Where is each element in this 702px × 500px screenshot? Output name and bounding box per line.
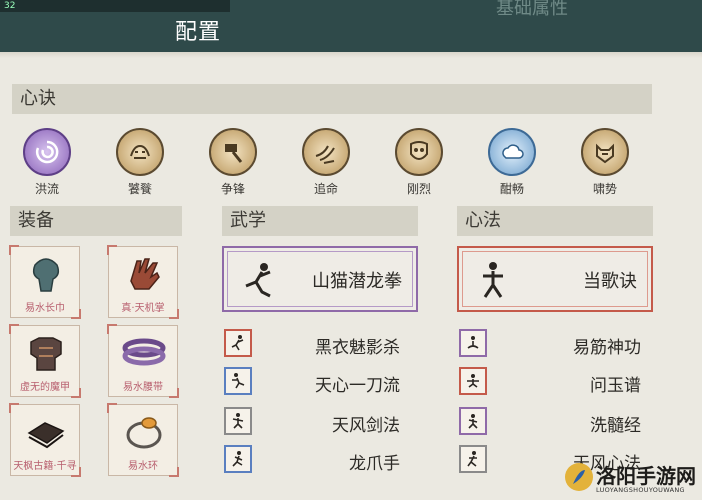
tiger-icon [581,128,629,176]
skill-label: 啸势 [592,182,617,196]
wuxue-featured-slot[interactable]: 山猫潜龙拳 [222,246,418,312]
equipment-slot-book[interactable]: 天枫古籍·千寻 [9,403,81,477]
meditation-figure-icon [459,329,487,357]
equipment-label: 易水环 [128,461,158,472]
equipment-slot-belt[interactable]: 易水腰带 [107,324,179,398]
background-title: 基础属性 [496,0,568,19]
xinfa-item[interactable]: 洗髓经 [459,407,651,439]
equipment-slot-armor[interactable]: 虚无的魔甲 [9,324,81,398]
martial-figure-icon [224,367,252,395]
skill-label: 争锋 [220,182,245,196]
glove-icon [130,258,160,290]
armor-icon [30,337,62,371]
xinfa-item-name: 问玉谱 [590,376,641,396]
martial-figure-icon [245,263,271,298]
xinjue-skill-hanchang[interactable]: 酣畅 [480,128,544,197]
belt-icon [122,338,166,366]
xinfa-item[interactable]: 易筋神功 [459,329,651,361]
xinjue-skill-zhengfeng[interactable]: 争锋 [201,128,265,197]
previous-tab-fragment: 32 [0,0,230,12]
dash-icon [302,128,350,176]
watermark-url: LUOYANGSHOUYOUWANG [596,486,685,494]
wuxue-item-name: 龙爪手 [349,454,400,474]
top-bar: 32 基础属性 配置 [0,0,702,52]
meditation-figure-icon [459,407,487,435]
wuxue-item[interactable]: 黑衣魅影杀 [224,329,410,361]
xinfa-item-name: 洗髓经 [590,416,641,436]
wuxue-item[interactable]: 天风剑法 [224,407,410,439]
equipment-label: 易水腰带 [123,382,163,393]
xinfa-item-name: 易筋神功 [573,338,641,358]
meditation-figure-icon [483,262,503,298]
xinjue-skill-taotie[interactable]: 饕餮 [108,128,172,197]
wuxue-item[interactable]: 天心一刀流 [224,367,410,399]
ring-icon [126,417,162,449]
skill-label: 饕餮 [127,182,152,196]
hammer-icon [209,128,257,176]
skill-label: 追命 [313,182,338,196]
skill-label: 洪流 [34,182,59,196]
meditation-figure-icon [459,367,487,395]
page-title: 配置 [175,20,222,45]
meditation-figure-icon [459,445,487,473]
martial-figure-icon [224,445,252,473]
martial-figure-icon [224,407,252,435]
wuxue-item-name: 天心一刀流 [315,376,400,396]
section-header-wuxue: 武学 [222,206,418,236]
xinjue-skill-zhuiming[interactable]: 追命 [294,128,358,197]
swirl-icon [23,128,71,176]
equipment-label: 易水长巾 [25,303,65,314]
xinfa-featured-name: 当歌诀 [583,271,637,292]
equipment-label: 天枫古籍·千寻 [13,461,77,472]
wuxue-featured-name: 山猫潜龙拳 [312,271,402,292]
wuxue-item-name: 黑衣魅影杀 [315,338,400,358]
xinfa-featured-slot[interactable]: 当歌诀 [457,246,653,312]
section-header-equipment: 装备 [10,206,182,236]
section-header-xinjue: 心诀 [12,84,652,114]
equipment-slot-ring[interactable]: 易水环 [107,403,179,477]
site-watermark-logo: 洛阳手游网 LUOYANGSHOUYOUWANG [562,456,702,500]
mask-icon [395,128,443,176]
skill-label: 酣畅 [499,182,524,196]
wuxue-item[interactable]: 龙爪手 [224,445,410,477]
book-icon [27,422,65,449]
cloud-icon [488,128,536,176]
xinjue-skill-honglin[interactable]: 洪流 [15,128,79,197]
equipment-label: 虚无的魔甲 [20,382,70,393]
section-header-xinfa: 心法 [457,206,653,236]
equipment-slot-scarf[interactable]: 易水长巾 [9,245,81,319]
logo-mark-icon [565,463,593,491]
watermark-text: 洛阳手游网 [596,464,696,488]
martial-figure-icon [224,329,252,357]
equipment-slot-glove[interactable]: 真·天机掌 [107,245,179,319]
xinjue-skill-xiaoshi[interactable]: 啸势 [573,128,637,197]
wuxue-item-name: 天风剑法 [332,416,400,436]
xinjue-skill-ganglie[interactable]: 刚烈 [387,128,451,197]
skill-label: 刚烈 [406,182,431,196]
scarf-icon [32,258,60,292]
equipment-label: 真·天机掌 [121,303,165,314]
xinfa-item[interactable]: 问玉谱 [459,367,651,399]
beast-icon [116,128,164,176]
